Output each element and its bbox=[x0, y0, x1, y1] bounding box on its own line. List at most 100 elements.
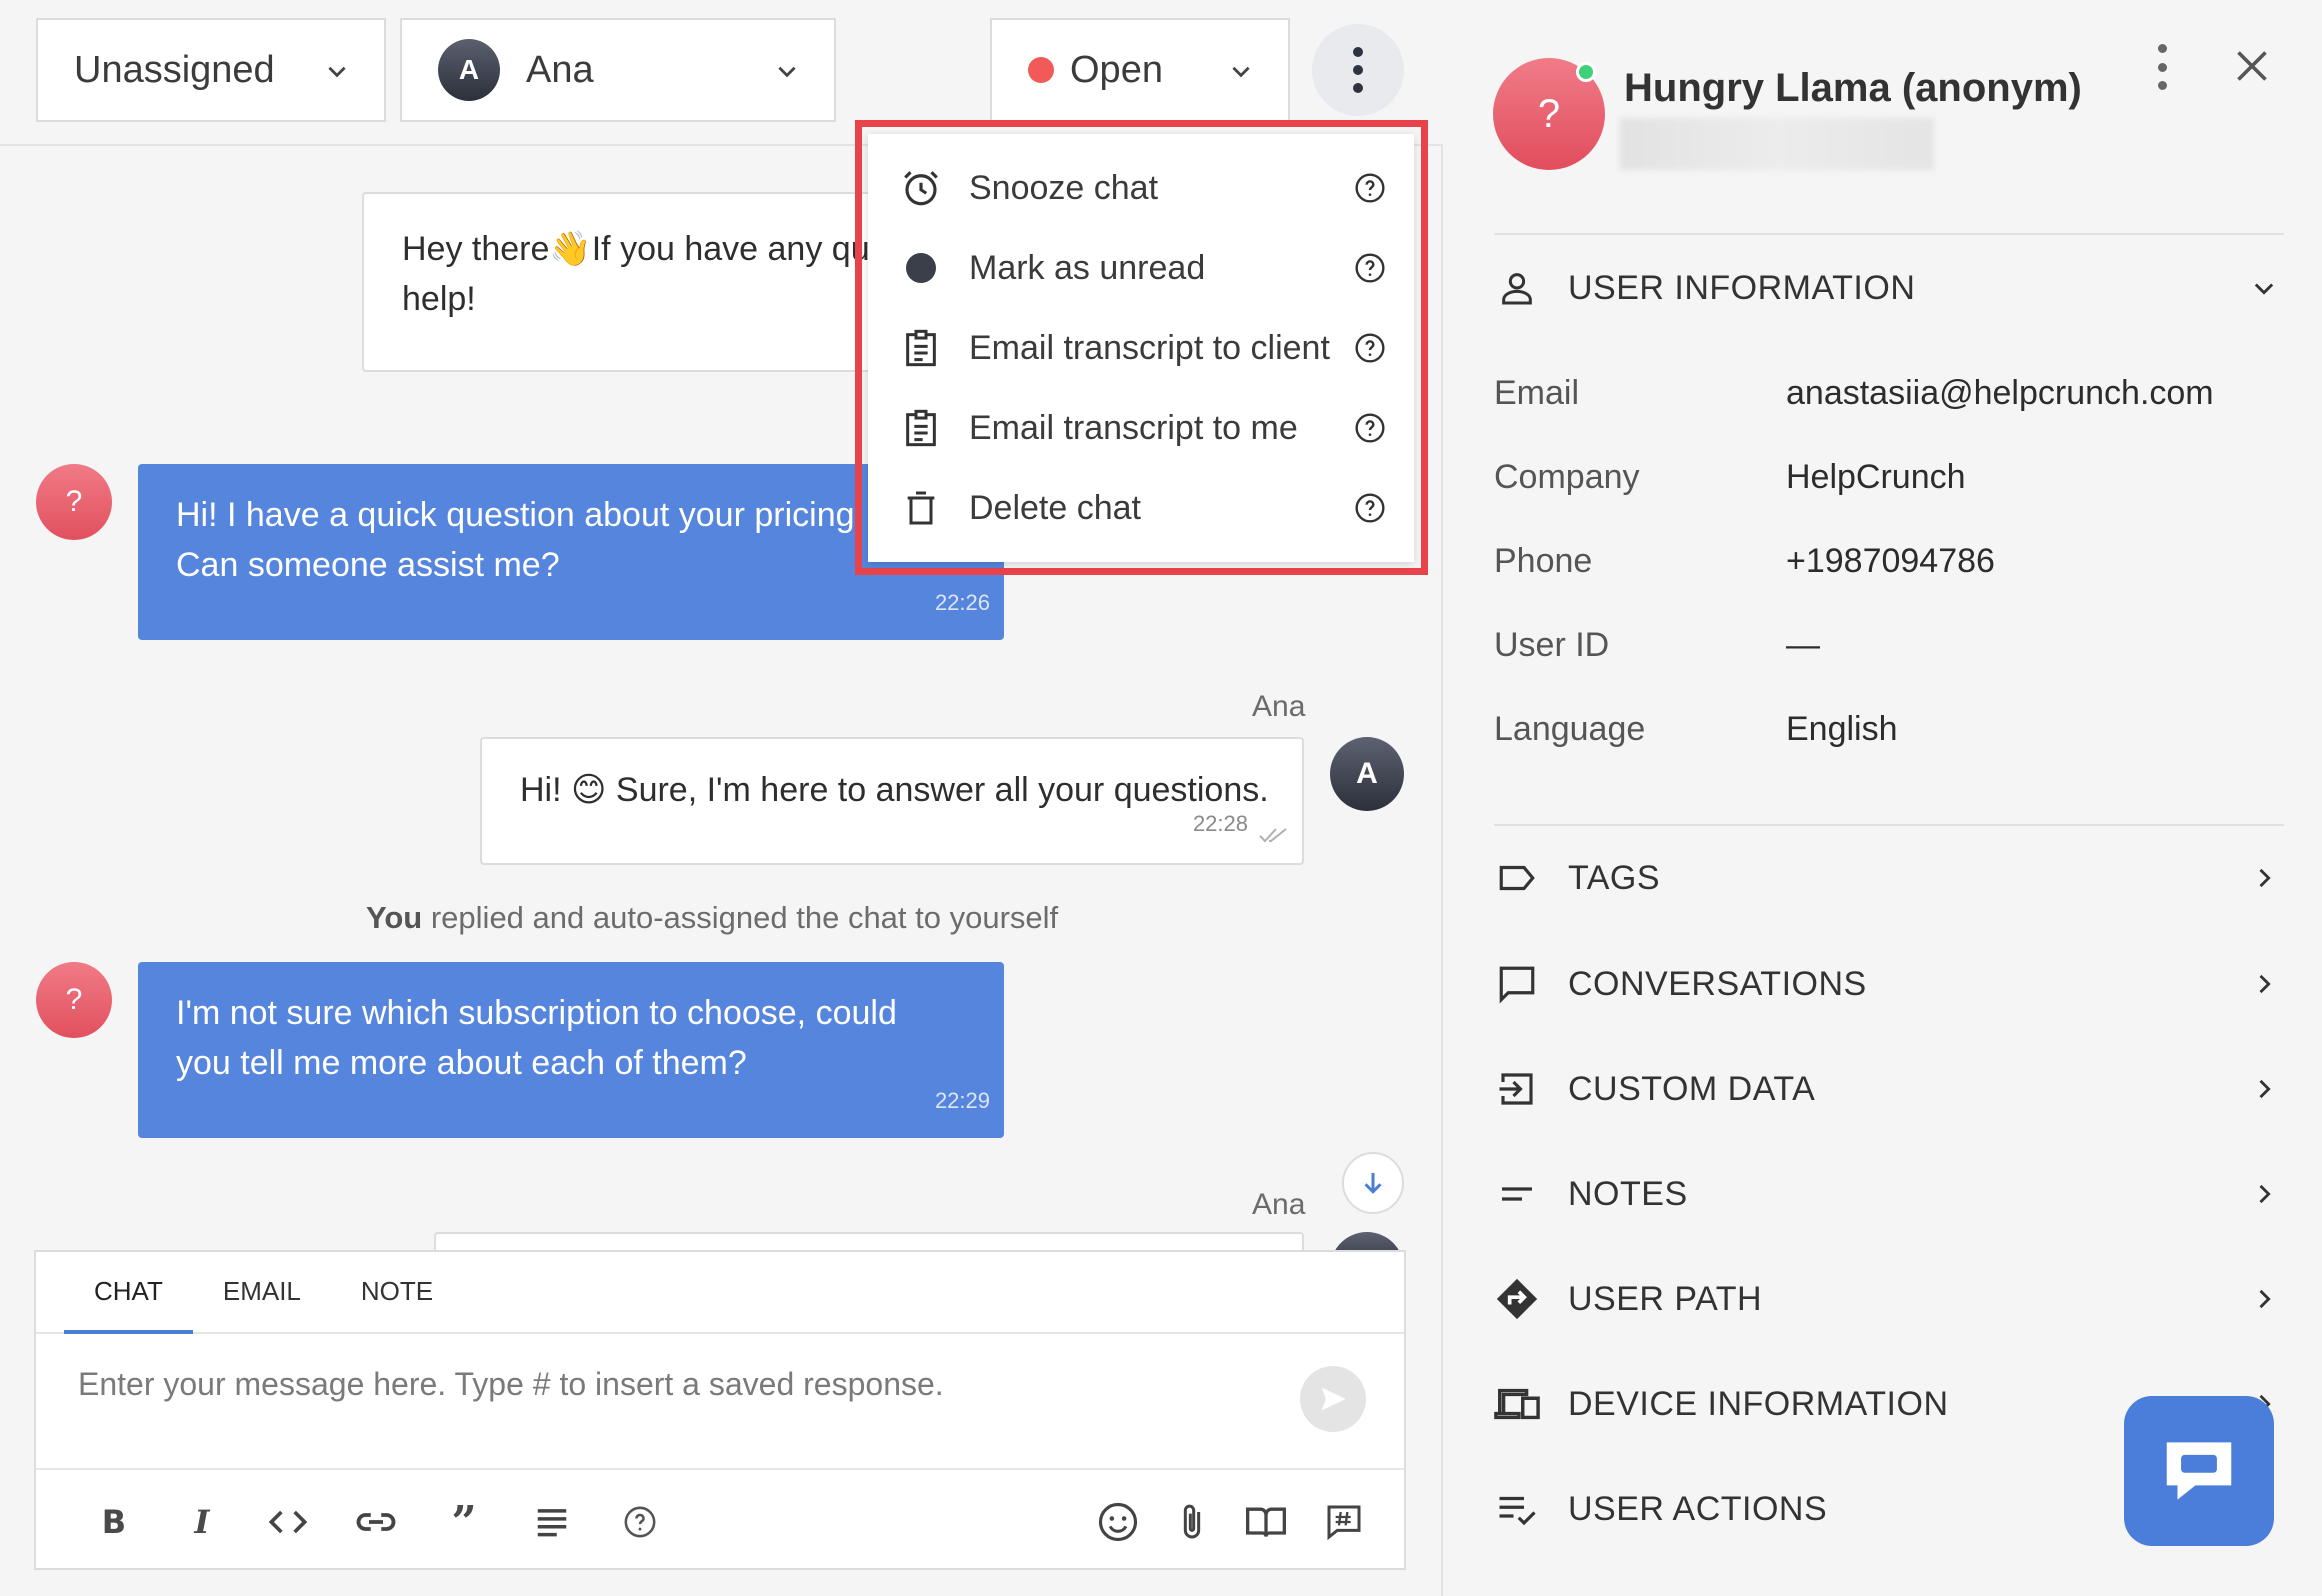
visitor-message: I'm not sure which subscription to choos… bbox=[138, 962, 1004, 1138]
directions-icon bbox=[1494, 1276, 1540, 1322]
menu-item-snooze-chat[interactable]: Snooze chat bbox=[868, 148, 1414, 228]
info-key: Language bbox=[1494, 710, 1646, 748]
online-status-dot bbox=[1576, 62, 1596, 82]
system-message: You replied and auto-assigned the chat t… bbox=[366, 900, 1058, 936]
tab-email[interactable]: EMAIL bbox=[193, 1252, 331, 1334]
help-icon[interactable] bbox=[1354, 412, 1386, 444]
message-text: Hi! 😊 Sure, I'm here to answer all your … bbox=[520, 771, 1269, 809]
status-dot-icon bbox=[1028, 57, 1054, 83]
help-icon[interactable] bbox=[1354, 492, 1386, 524]
menu-item-email-transcript-client[interactable]: Email transcript to client bbox=[868, 308, 1414, 388]
tab-chat[interactable]: CHAT bbox=[64, 1252, 193, 1334]
trash-icon bbox=[900, 487, 942, 529]
department-label: Unassigned bbox=[74, 48, 275, 91]
info-key: User ID bbox=[1494, 626, 1610, 664]
chat-widget-icon bbox=[2166, 1442, 2232, 1500]
section-notes[interactable]: NOTES bbox=[1494, 1164, 2284, 1224]
arrow-down-icon bbox=[1364, 1173, 1382, 1194]
visitor-avatar: ? bbox=[36, 962, 112, 1038]
composer-tabs: CHAT EMAIL NOTE bbox=[36, 1252, 1404, 1334]
align-icon[interactable] bbox=[530, 1500, 574, 1544]
link-icon[interactable] bbox=[354, 1500, 398, 1544]
formatting-toolbar: B I ” bbox=[36, 1468, 1404, 1568]
agent-dropdown[interactable]: A Ana bbox=[400, 18, 836, 122]
alarm-icon bbox=[900, 167, 942, 209]
more-icon bbox=[1353, 47, 1363, 57]
send-button[interactable] bbox=[1300, 1366, 1366, 1432]
message-input[interactable]: Enter your message here. Type # to inser… bbox=[78, 1366, 944, 1403]
section-user-path[interactable]: USER PATH bbox=[1494, 1269, 2284, 1329]
info-value[interactable]: English bbox=[1786, 710, 1898, 749]
section-custom-data[interactable]: CUSTOM DATA bbox=[1494, 1059, 2284, 1119]
code-icon[interactable] bbox=[266, 1500, 310, 1544]
message-composer: CHAT EMAIL NOTE Enter your message here.… bbox=[34, 1250, 1406, 1570]
notes-icon bbox=[1494, 1171, 1540, 1217]
login-icon bbox=[1494, 1066, 1540, 1112]
menu-item-label: Delete chat bbox=[969, 488, 1141, 527]
status-dropdown[interactable]: Open bbox=[990, 18, 1290, 122]
section-conversations[interactable]: CONVERSATIONS bbox=[1494, 954, 2284, 1014]
scroll-to-bottom-button[interactable] bbox=[1342, 1152, 1404, 1214]
menu-item-label: Snooze chat bbox=[969, 168, 1159, 207]
message-text: help! bbox=[402, 280, 476, 318]
divider bbox=[1494, 824, 2284, 826]
system-message-text: replied and auto-assigned the chat to yo… bbox=[422, 900, 1059, 935]
user-more-button[interactable] bbox=[2154, 44, 2170, 90]
chevron-down-icon bbox=[1232, 66, 1250, 78]
menu-item-label: Email transcript to client bbox=[969, 328, 1330, 367]
person-icon bbox=[1494, 265, 1540, 311]
agent-avatar: A bbox=[1330, 737, 1404, 811]
info-key: Phone bbox=[1494, 542, 1593, 580]
emoji-icon[interactable] bbox=[1096, 1500, 1140, 1544]
close-icon[interactable] bbox=[2234, 48, 2270, 84]
section-user-information[interactable]: USER INFORMATION bbox=[1494, 258, 2284, 318]
chat-pane: Unassigned A Ana Open Hey there👋If you h… bbox=[0, 0, 1443, 1596]
quote-icon[interactable]: ” bbox=[442, 1497, 486, 1548]
section-label: NOTES bbox=[1568, 1174, 1688, 1213]
menu-item-email-transcript-me[interactable]: Email transcript to me bbox=[868, 388, 1414, 468]
checklist-icon bbox=[1494, 1486, 1540, 1532]
help-icon[interactable] bbox=[1354, 332, 1386, 364]
message-time: 22:26 bbox=[934, 590, 990, 615]
agent-message: Hi! 😊 Sure, I'm here to answer all your … bbox=[480, 737, 1304, 865]
attachment-icon[interactable] bbox=[1170, 1500, 1214, 1544]
clipboard-icon bbox=[900, 407, 942, 449]
italic-icon[interactable]: I bbox=[180, 1500, 224, 1544]
support-chat-button[interactable] bbox=[2124, 1396, 2274, 1546]
section-tags[interactable]: TAGS bbox=[1494, 848, 2284, 908]
tab-note[interactable]: NOTE bbox=[331, 1252, 463, 1334]
menu-item-delete-chat[interactable]: Delete chat bbox=[868, 468, 1414, 548]
message-sender: Ana bbox=[1252, 1188, 1306, 1221]
help-icon[interactable] bbox=[1354, 252, 1386, 284]
info-key: Company bbox=[1494, 458, 1640, 496]
clipboard-icon bbox=[900, 327, 942, 369]
chevron-down-icon bbox=[2254, 283, 2274, 295]
message-time: 22:28 bbox=[1192, 811, 1248, 836]
more-actions-menu: Snooze chat Mark as unread Email transcr… bbox=[868, 134, 1414, 562]
more-actions-button[interactable] bbox=[1312, 24, 1404, 116]
tag-icon bbox=[1494, 855, 1540, 901]
section-label: USER PATH bbox=[1568, 1279, 1763, 1318]
section-label: USER ACTIONS bbox=[1568, 1489, 1828, 1528]
help-icon[interactable] bbox=[618, 1500, 662, 1544]
redacted-field bbox=[1620, 118, 1934, 170]
section-label: USER INFORMATION bbox=[1568, 268, 1916, 307]
info-value[interactable]: HelpCrunch bbox=[1786, 458, 1966, 497]
chevron-right-icon bbox=[2259, 1184, 2271, 1204]
system-message-actor: You bbox=[366, 900, 423, 935]
department-dropdown[interactable]: Unassigned bbox=[36, 18, 386, 122]
help-icon[interactable] bbox=[1354, 172, 1386, 204]
menu-item-mark-as-unread[interactable]: Mark as unread bbox=[868, 228, 1414, 308]
message-text: Hey there👋If you have any qu bbox=[402, 230, 870, 268]
chat-bubble-icon bbox=[1494, 961, 1540, 1007]
info-value[interactable]: +1987094786 bbox=[1786, 542, 1995, 581]
section-label: TAGS bbox=[1568, 858, 1661, 897]
dot-icon bbox=[900, 247, 942, 289]
knowledge-base-icon[interactable] bbox=[1244, 1500, 1288, 1544]
welcome-message: Hey there👋If you have any qu help! bbox=[362, 192, 882, 372]
chevron-right-icon bbox=[2259, 868, 2271, 888]
bold-icon[interactable]: B bbox=[92, 1500, 136, 1544]
info-value[interactable]: anastasiia@helpcrunch.com bbox=[1786, 374, 2214, 413]
saved-responses-icon[interactable] bbox=[1322, 1500, 1366, 1544]
info-value[interactable]: — bbox=[1786, 626, 1820, 665]
